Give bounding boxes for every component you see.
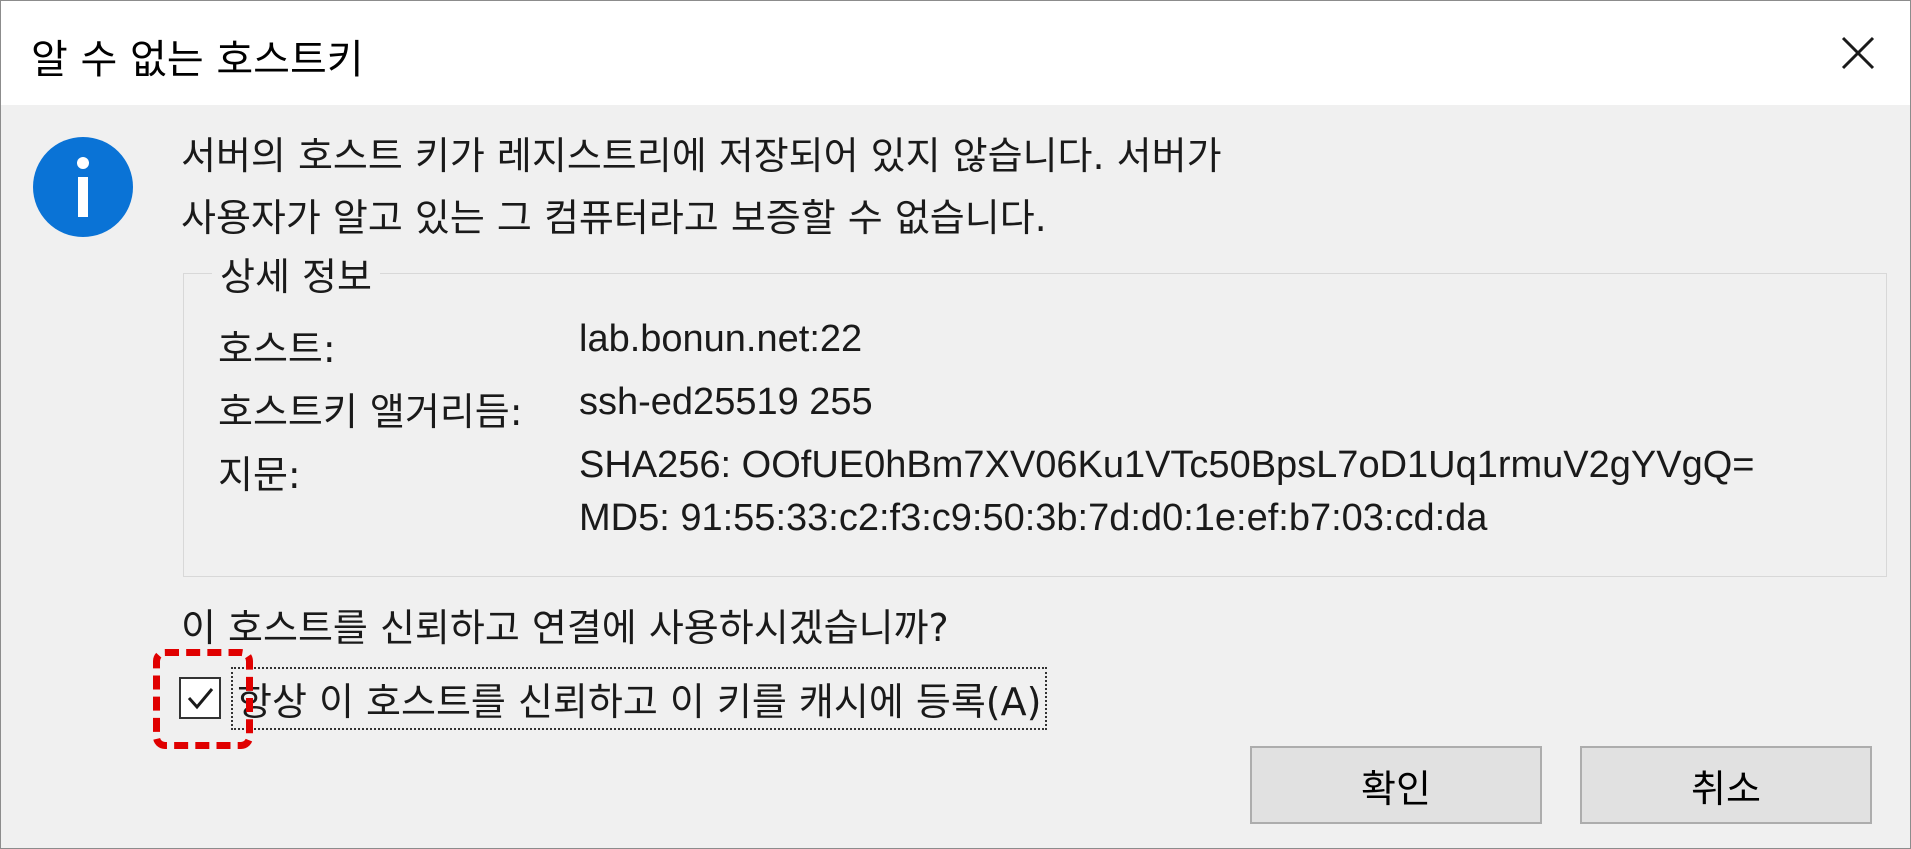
trust-checkbox-label[interactable]: 항상 이 호스트를 신뢰하고 이 키를 캐시에 등록(A) [231,666,1048,730]
highlight-annotation [153,649,253,749]
close-icon [1841,36,1875,70]
dialog-window: 알 수 없는 호스트키 서버의 호스트 키가 레지스트리에 저장되어 있지 않습… [0,0,1911,849]
host-value: lab.bonun.net:22 [579,318,863,360]
algorithm-label: 호스트키 앨거리듬: [218,390,523,434]
close-button[interactable] [1806,1,1910,105]
trust-question: 이 호스트를 신뢰하고 연결에 사용하시겠습니까? [181,606,949,650]
details-legend: 상세 정보 [212,246,380,301]
window-title: 알 수 없는 호스트키 [31,37,364,83]
title-bar: 알 수 없는 호스트키 [1,1,1910,105]
trust-checkbox-row[interactable]: 항상 이 호스트를 신뢰하고 이 키를 캐시에 등록(A) [179,666,1048,730]
fingerprint-label: 지문: [218,453,301,497]
message-line-1: 서버의 호스트 키가 레지스트리에 저장되어 있지 않습니다. 서버가 [181,134,1222,178]
fingerprint-sha256: SHA256: OOfUE0hBm7XV06Ku1VTc50BpsL7oD1Uq… [579,444,1755,486]
message-line-2: 사용자가 알고 있는 그 컴퓨터라고 보증할 수 없습니다. [181,196,1047,240]
fingerprint-md5: MD5: 91:55:33:c2:f3:c9:50:3b:7d:d0:1e:ef… [579,497,1488,539]
message-text: 서버의 호스트 키가 레지스트리에 저장되어 있지 않습니다. 서버가 사용자가… [181,125,1222,249]
details-group: 상세 정보 호스트: lab.bonun.net:22 호스트키 앨거리듬: s… [183,246,1887,577]
ok-button[interactable]: 확인 [1250,746,1542,824]
cancel-button[interactable]: 취소 [1580,746,1872,824]
algorithm-value: ssh-ed25519 255 [579,381,873,423]
host-label: 호스트: [218,327,336,371]
info-icon [33,137,133,237]
